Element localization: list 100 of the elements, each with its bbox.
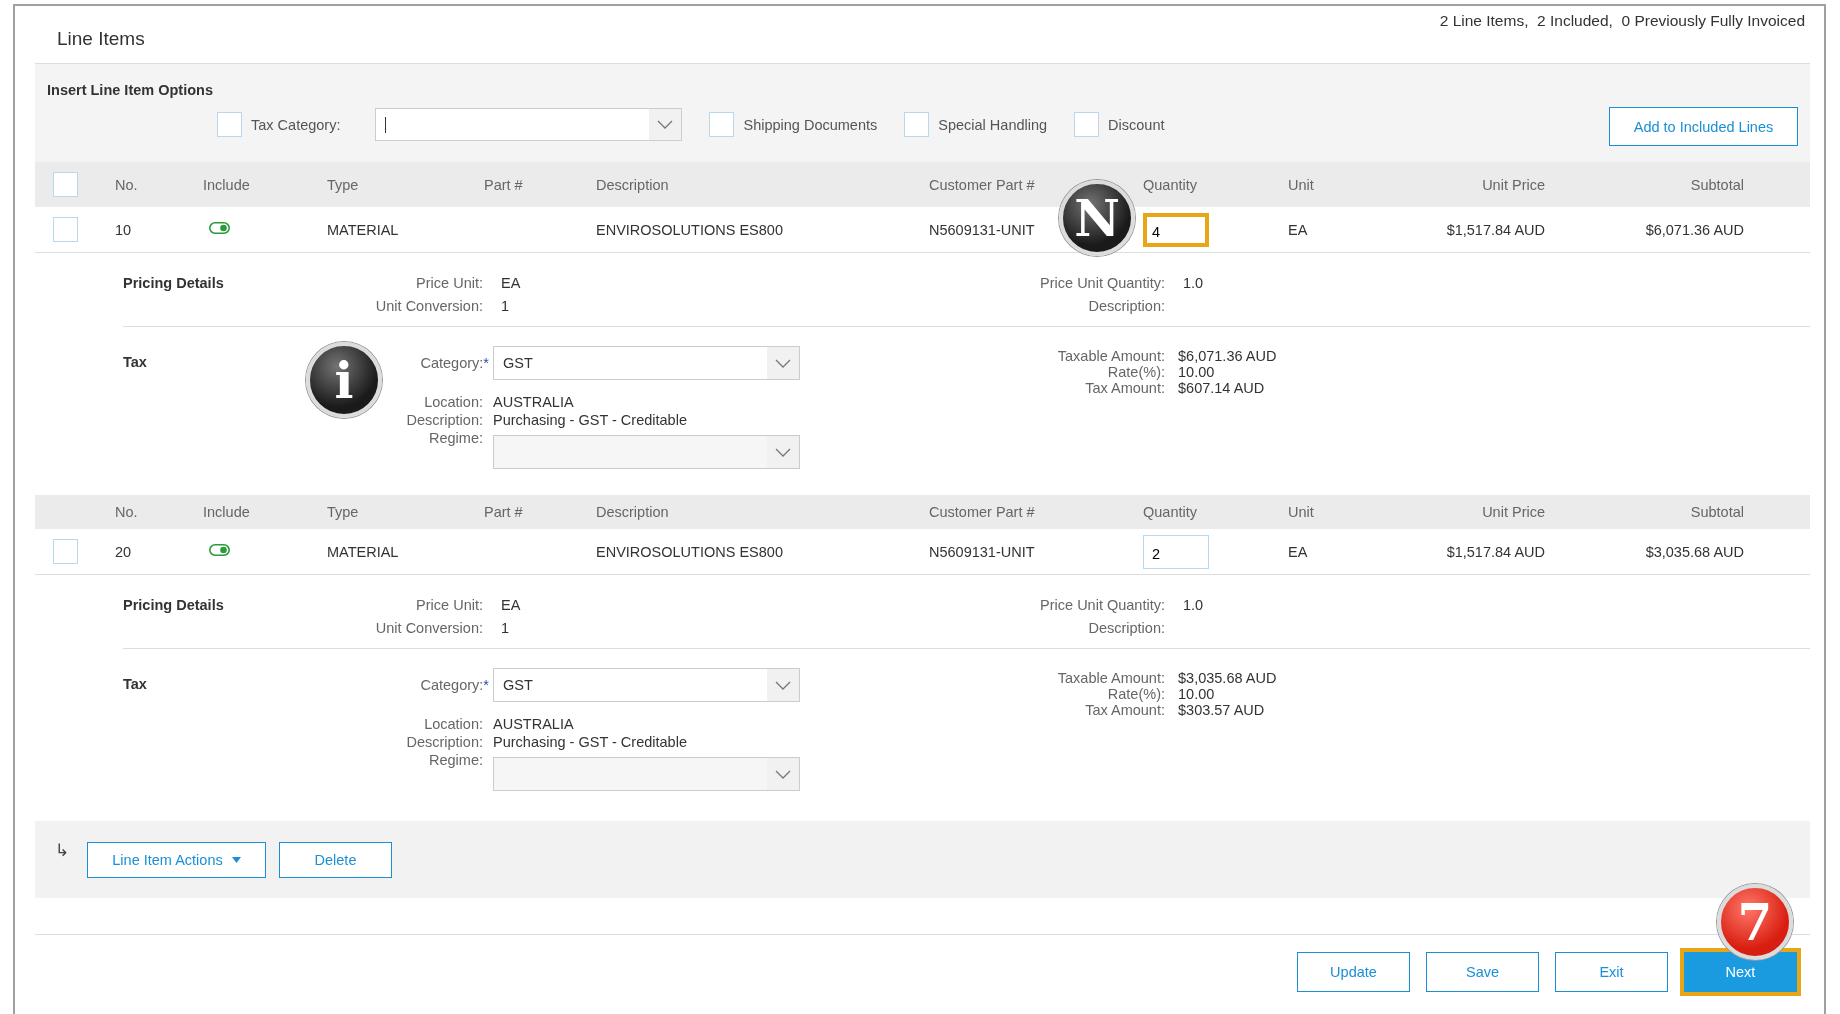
table-cell-text: N5609131-UNIT [929,221,1036,238]
section-heading: Tax [123,676,148,694]
field-label: Description: [405,412,483,428]
option-label: Tax Category: [251,116,341,133]
column-header: Quantity [1143,176,1198,193]
add-to-included-lines-button[interactable]: Add to Included Lines [1609,107,1798,146]
required-mark: * [483,677,489,693]
table-cell-text: ENVIROSOLUTIONS ES800 [596,543,784,560]
field-value: $3,035.68 AUD [1178,670,1277,686]
chevron-down-icon [775,358,791,368]
column-header: Unit [1288,176,1315,193]
category-dropdown[interactable]: GST [493,668,800,702]
table-cell-text: ENVIROSOLUTIONS ES800 [596,221,784,238]
field-label: Description: [1087,620,1165,636]
footer-button[interactable]: Exit [1555,952,1668,992]
table-cell-text: $6,071.36 AUD [1644,221,1744,238]
field-value: 1.0 [1183,597,1204,613]
field-value: 1 [501,298,511,314]
section-heading: Pricing Details [123,597,225,615]
field-label: Description: [1087,298,1165,314]
field-value: $6,071.36 AUD [1178,348,1277,364]
section-heading: Tax [123,354,148,372]
field-label: Unit Conversion: [374,620,483,636]
toggle-switch[interactable] [209,221,230,234]
table-cell-text: EA [1288,221,1309,238]
field-value: $607.14 AUD [1178,380,1266,396]
column-header: Description [596,176,670,193]
field-value: 10.00 [1178,364,1216,380]
table-cell-text: 10 [115,221,133,238]
category-dropdown[interactable]: GST [493,346,800,380]
column-header: Unit Price [1481,504,1545,520]
caret-icon [231,856,241,863]
column-header: Unit Price [1481,176,1545,193]
field-label: Regime: [428,430,483,448]
regime-dropdown[interactable] [493,435,800,469]
checkbox[interactable] [904,112,930,137]
select-all-checkbox[interactable] [53,172,78,197]
chevron-down-icon [657,120,674,129]
line-items-summary: 2 Line Items, 2 Included, 0 Previously Fully Invoiced [1439,12,1805,30]
quantity-field[interactable]: 4 [1143,212,1209,247]
field-label: Price Unit: [415,275,483,291]
column-header: Subtotal [1689,504,1744,520]
chevron-down-icon [775,447,791,457]
column-header: Include [203,504,251,520]
table-cell-text: MATERIAL [327,543,400,560]
table-cell-text: $1,517.84 AUD [1445,221,1545,238]
field-value: AUSTRALIA [493,394,575,410]
field-label: Price Unit Quantity: [1039,275,1165,291]
field-label: Tax Amount: [1084,380,1165,396]
row-checkbox[interactable] [53,217,78,242]
table-cell-text: $1,517.84 AUD [1445,543,1545,560]
field-value: 1.0 [1183,275,1204,291]
column-header: Customer Part # [929,176,1036,193]
footer-button[interactable]: Save [1426,952,1539,992]
toggle-switch[interactable] [209,543,230,556]
field-label: Rate(%): [1106,364,1165,380]
column-header: Part # [484,176,524,193]
column-header: Type [327,176,360,193]
column-header: Type [327,504,360,520]
column-header: Unit [1288,504,1315,520]
table-cell-text: N5609131-UNIT [929,543,1036,560]
checkbox[interactable] [709,112,735,137]
delete-button[interactable]: Delete [279,841,392,878]
column-header: No. [115,176,139,193]
checkbox[interactable] [1074,112,1100,137]
step-callout: i [306,342,382,418]
quantity-field[interactable]: 2 [1143,534,1209,569]
table-cell-text: 20 [115,543,133,560]
chevron-down-icon [775,769,791,779]
line-item-actions-menu-button[interactable]: Line Item Actions [87,841,266,878]
field-value: 1 [501,620,511,636]
checkbox[interactable] [217,112,242,137]
footer-button[interactable]: Update [1297,952,1410,992]
chevron-down-icon [775,680,791,690]
field-label: Price Unit Quantity: [1039,597,1165,613]
regime-dropdown[interactable] [493,757,800,791]
field-label: Price Unit: [415,597,483,613]
column-header: Description [596,504,670,520]
row-checkbox[interactable] [53,539,78,564]
field-label: Rate(%): [1106,686,1165,702]
field-label: Taxable Amount: [1056,348,1165,364]
field-label: Taxable Amount: [1056,670,1165,686]
field-label: Category: [420,677,484,693]
table-cell-text: MATERIAL [327,221,400,238]
tax-category-dropdown[interactable] [375,108,683,141]
field-label: Location: [423,394,483,410]
option-label: Shipping Documents [743,116,878,133]
column-header: No. [115,504,139,520]
field-value: 10.00 [1178,686,1216,702]
field-label: Description: [405,734,483,750]
section-title: Line Items [57,28,145,50]
table-cell-text: $3,035.68 AUD [1644,543,1744,560]
column-header: Subtotal [1689,176,1744,193]
indent-arrow: ↳ [55,840,69,861]
field-label: Unit Conversion: [374,298,483,314]
field-label: Tax Amount: [1084,702,1165,718]
field-value: Purchasing - GST - Creditable [493,412,688,428]
column-header: Customer Part # [929,504,1036,520]
option-label: Discount [1108,116,1165,133]
field-value: EA [501,275,521,291]
